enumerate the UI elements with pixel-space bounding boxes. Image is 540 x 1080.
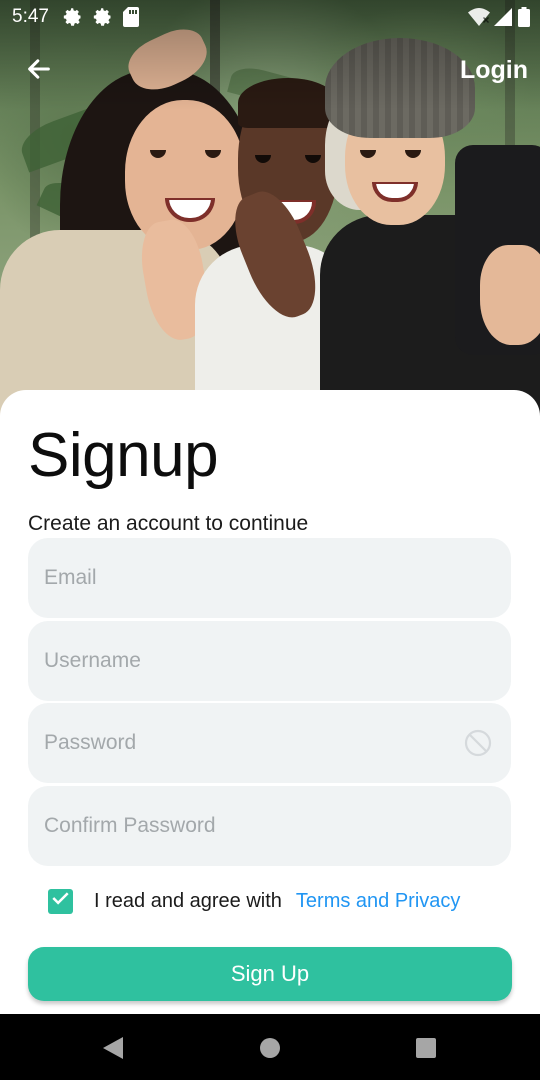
password-field[interactable]: [28, 703, 511, 783]
username-input[interactable]: [28, 621, 511, 701]
confirm-password-input[interactable]: [28, 786, 511, 866]
page-subtitle: Create an account to continue: [28, 512, 309, 535]
agree-row: I read and agree with Terms and Privacy: [48, 888, 460, 914]
status-time: 5:47: [12, 6, 49, 27]
status-bar: 5:47: [0, 0, 540, 34]
settings-icon: [93, 7, 113, 27]
wifi-icon: [468, 8, 490, 26]
back-triangle-icon[interactable]: [103, 1037, 123, 1064]
visibility-off-icon[interactable]: [463, 728, 493, 758]
password-input[interactable]: [28, 703, 511, 783]
login-link[interactable]: Login: [460, 56, 528, 85]
signup-button[interactable]: Sign Up: [28, 947, 512, 1001]
username-field[interactable]: [28, 621, 511, 701]
sd-card-icon: [122, 7, 139, 27]
recents-square-icon[interactable]: [416, 1038, 436, 1063]
system-nav-bar: [0, 1014, 540, 1080]
settings-icon: [63, 7, 83, 27]
terms-privacy-link[interactable]: Terms and Privacy: [296, 890, 461, 913]
email-field[interactable]: [28, 538, 511, 618]
confirm-password-field[interactable]: [28, 786, 511, 866]
signup-screen: 5:47 Login Signup Create an account to c…: [0, 0, 540, 1080]
top-nav: Login: [0, 50, 540, 94]
email-input[interactable]: [28, 538, 511, 618]
arrow-back-icon: [25, 55, 53, 88]
signup-sheet: Signup Create an account to continue Ema…: [0, 390, 540, 1014]
signal-icon: [494, 8, 512, 26]
check-icon: [51, 889, 70, 913]
page-title: Signup: [28, 421, 219, 490]
home-circle-icon[interactable]: [260, 1038, 280, 1063]
agree-checkbox[interactable]: [48, 888, 73, 914]
agree-label: I read and agree with: [94, 889, 282, 912]
battery-icon: [518, 7, 530, 27]
back-button[interactable]: [22, 54, 56, 88]
